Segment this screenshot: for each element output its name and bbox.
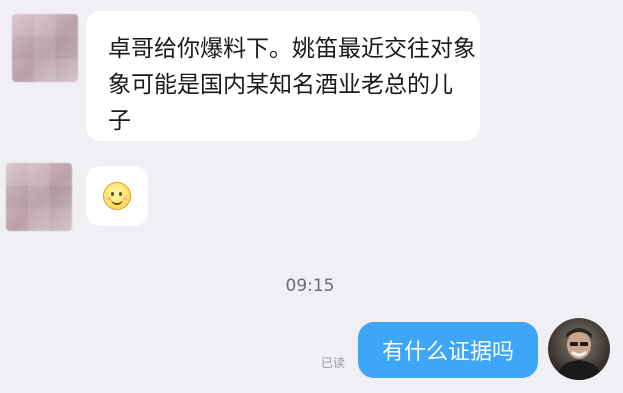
contact-avatar-blurred[interactable] (6, 163, 72, 231)
smile-emoji-icon (103, 182, 131, 210)
message-line: 象可能是国内某知名酒业老总的儿 (108, 72, 453, 98)
outgoing-message-text: 有什么证据吗 (381, 340, 514, 365)
my-avatar[interactable] (548, 318, 610, 380)
message-timestamp: 09:15 (285, 276, 335, 296)
message-line: 子 (108, 108, 131, 134)
message-line: 卓哥给你爆料下。姚笛最近交往对象 (108, 36, 476, 62)
person-photo-icon (556, 328, 602, 380)
read-receipt: 已读 (321, 356, 346, 370)
incoming-emoji-bubble[interactable] (86, 166, 148, 226)
contact-avatar-blurred[interactable] (12, 14, 78, 82)
outgoing-message-bubble[interactable]: 有什么证据吗 (358, 322, 538, 378)
incoming-message-bubble[interactable]: 卓哥给你爆料下。姚笛最近交往对象 象可能是国内某知名酒业老总的儿 子 (86, 11, 480, 141)
